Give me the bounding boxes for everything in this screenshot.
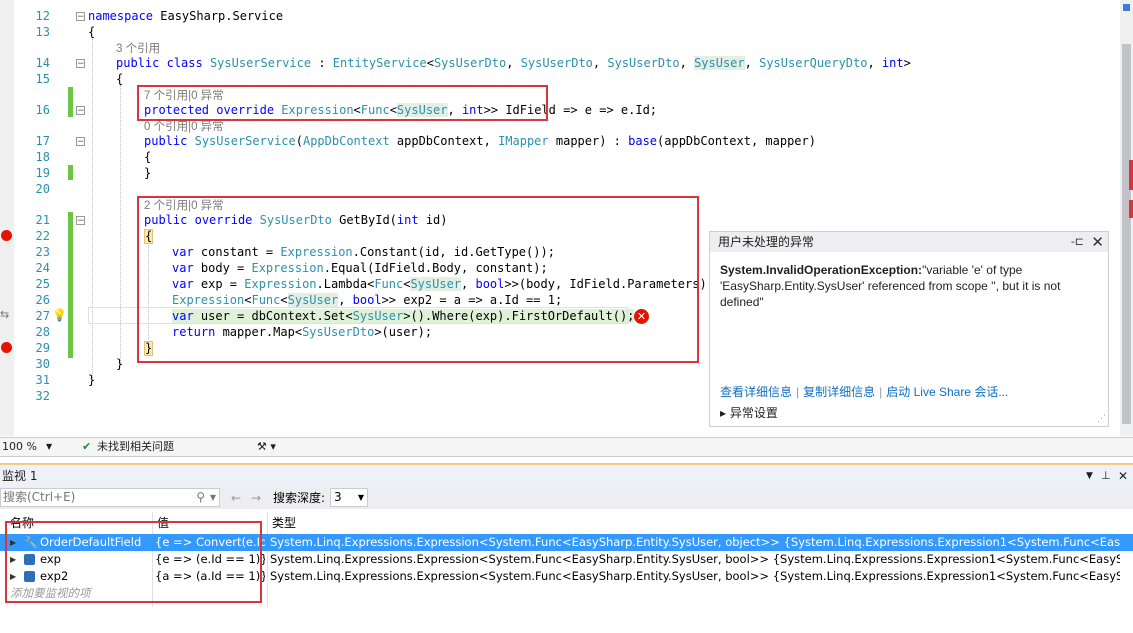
line-number: 29 [35,341,50,355]
breakpoint-icon[interactable] [1,342,12,353]
forward-arrow-icon[interactable]: → [251,487,261,509]
view-details-link[interactable]: 查看详细信息 [720,385,792,399]
editor-status-bar: 100 % ▼ ✔ 未找到相关问题 ⚒ ▾ [0,437,1133,457]
line-number: 13 [35,25,50,39]
line-number: 15 [35,72,50,86]
search-depth-label: 搜索深度: [273,491,326,505]
scroll-marker [1129,160,1133,190]
breakpoint-icon[interactable] [1,230,12,241]
line-number: 28 [35,325,50,339]
watch-type: System.Linq.Expressions.Expression<Syste… [270,569,1120,583]
collapse-toggle[interactable]: − [76,137,85,147]
code-line-19: } [144,166,152,180]
line-number: 25 [35,277,50,291]
watch-title[interactable]: 监视 1 [2,465,37,487]
line-number: 32 [35,389,50,403]
line-number: 23 [35,245,50,259]
code-line-31: } [88,373,96,387]
quick-action-arrow-icon: ⇆ [0,308,10,321]
line-number: 12 [35,9,50,23]
line-number: 21 [35,213,50,227]
watch-panel-title-bar: 监视 1 ▼ ⊥ ✕ [0,463,1133,487]
change-marker [68,165,73,180]
code-line-30: } [116,357,124,371]
scrollbar-thumb[interactable] [1122,44,1131,424]
popup-title: 用户未处理的异常 [718,235,815,249]
code-line-18: { [144,150,152,164]
line-number: 17 [35,134,50,148]
search-depth-value: 3 [334,490,342,504]
breakpoint-margin[interactable] [0,0,14,436]
watch-type: System.Linq.Expressions.Expression<Syste… [270,552,1120,566]
expand-triangle-icon: ▸ [720,406,727,420]
exception-type: System.InvalidOperationException: [720,263,923,277]
close-icon[interactable]: ✕ [1118,465,1128,487]
vertical-scrollbar[interactable] [1120,0,1133,436]
code-line-15: { [116,72,124,86]
codelens-references[interactable]: 3 个引用 [116,40,160,56]
zoom-level[interactable]: 100 % [2,438,37,456]
pin-icon[interactable]: -⊏ [1071,232,1084,252]
scroll-marker [1123,4,1130,11]
line-number: 19 [35,166,50,180]
line-number: 22 [35,229,50,243]
pin-icon[interactable]: ⊥ [1101,465,1111,487]
search-placeholder: 搜索(Ctrl+E) [3,490,76,504]
watch-toolbar: 搜索(Ctrl+E) ⚲ ▼ ← → 搜索深度: 3 ▼ [0,487,1133,509]
exception-message: System.InvalidOperationException:"variab… [720,262,1100,310]
line-number: 20 [35,182,50,196]
indent-guide [92,38,93,378]
popup-links: 查看详细信息 | 复制详细信息 | 启动 Live Share 会话... [720,385,1009,399]
collapse-toggle[interactable]: − [76,216,85,226]
zoom-dropdown-icon[interactable]: ▼ [46,438,52,456]
back-arrow-icon[interactable]: ← [231,487,241,509]
annotation-box [137,196,699,363]
chevron-down-icon: ▼ [357,493,364,502]
annotation-box [137,85,548,121]
change-marker [68,212,73,358]
close-icon[interactable]: ✕ [1091,232,1104,252]
exception-helper-popup: 用户未处理的异常 -⊏ ✕ System.InvalidOperationExc… [709,231,1109,427]
search-depth-select[interactable]: 3 ▼ [330,488,368,507]
panel-menu-icon[interactable]: ▼ [1086,465,1093,487]
search-icon[interactable]: ⚲ [196,489,205,506]
change-marker [68,87,73,117]
issues-status[interactable]: 未找到相关问题 [97,438,174,456]
line-number: 24 [35,261,50,275]
line-number: 16 [35,103,50,117]
column-type[interactable]: 类型 [272,512,296,534]
check-circle-icon: ✔ [82,440,92,453]
code-line-17: public SysUserService(AppDbContext appDb… [144,134,816,148]
resize-grip-icon[interactable]: ⋰ [1097,414,1106,424]
line-number: 14 [35,56,50,70]
collapse-toggle[interactable]: − [76,106,85,116]
annotation-box [5,521,262,603]
code-line-12: namespace EasySharp.Service [88,9,284,23]
line-number: 18 [35,150,50,164]
line-number: 31 [35,373,50,387]
watch-search-input[interactable]: 搜索(Ctrl+E) ⚲ ▼ [0,488,220,507]
copy-details-link[interactable]: 复制详细信息 [803,385,875,399]
live-share-link[interactable]: 启动 Live Share 会话... [886,385,1008,399]
scroll-marker [1129,200,1133,218]
popup-header: 用户未处理的异常 -⊏ ✕ [710,232,1108,252]
line-number: 26 [35,293,50,307]
lightbulb-icon[interactable]: 💡 [52,308,67,322]
search-dropdown-icon[interactable]: ▼ [210,489,216,506]
line-number: 30 [35,357,50,371]
brush-icon[interactable]: ⚒ ▾ [257,438,276,456]
collapse-toggle[interactable]: − [76,59,85,69]
exception-settings-toggle[interactable]: ▸ 异常设置 [720,404,778,421]
watch-type: System.Linq.Expressions.Expression<Syste… [270,535,1120,549]
code-line-14: public class SysUserService : EntityServ… [116,56,911,70]
collapse-toggle[interactable]: − [76,12,85,22]
exception-settings-label: 异常设置 [729,406,778,420]
code-line-13: { [88,25,96,39]
line-number: 27 [35,309,50,323]
